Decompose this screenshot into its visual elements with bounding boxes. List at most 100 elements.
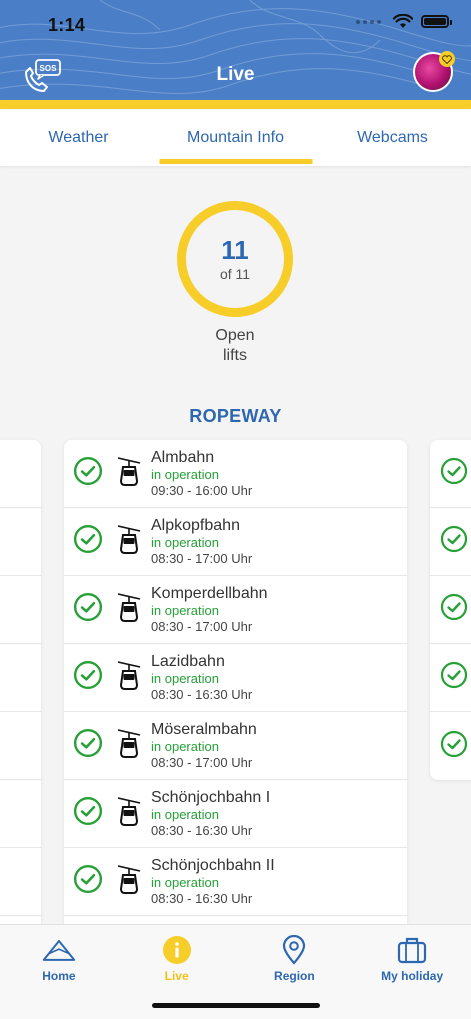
lift-status: in operation	[151, 534, 219, 550]
section-title: ROPEWAY	[189, 406, 282, 426]
check-circle-icon	[440, 661, 468, 694]
open-lifts-count: 11	[221, 234, 249, 265]
check-circle-icon	[73, 524, 103, 559]
lift-status: in operation	[151, 806, 219, 822]
list-item	[430, 508, 471, 576]
gondola-icon	[117, 591, 141, 628]
list-item	[0, 440, 41, 508]
total-lifts-text: of 11	[219, 265, 251, 282]
nav-my-holiday-label: My holiday	[381, 969, 444, 983]
gondola-icon	[117, 455, 141, 492]
suitcase-icon	[395, 935, 429, 965]
list-item	[0, 576, 41, 644]
check-circle-icon	[440, 730, 468, 763]
avatar[interactable]	[413, 51, 455, 92]
favorite-badge-icon	[439, 51, 455, 67]
lift-name: Lazidbahn	[151, 652, 225, 670]
gondola-icon	[117, 523, 141, 560]
page-title: Live	[216, 64, 255, 85]
lift-info: Schönjochbahn II in operation 08:30 - 16:3…	[151, 857, 275, 907]
lift-info: Almbahn in operation 09:30 - 16:00 Uhr	[151, 449, 252, 499]
lift-info: Schönjochbahn Iin operation 08:30 - 16:30…	[151, 789, 270, 839]
nav-home[interactable]: Home	[0, 925, 118, 1019]
header-accent-bar	[0, 100, 471, 109]
lift-status: in operation	[151, 738, 219, 754]
check-circle-icon	[440, 593, 468, 626]
check-circle-icon	[440, 525, 468, 558]
lift-info: Möseralmbahn in operation 08:30 - 17:00 Uh…	[151, 721, 257, 771]
lift-info: Komperdellbahn in operation 08:30 - 17:00 …	[151, 585, 268, 635]
info-icon	[160, 935, 194, 965]
tab-mountain-info[interactable]: Mountain Info	[157, 109, 314, 166]
lift-status: in operation	[151, 670, 219, 686]
open-lifts-label-line2: lifts	[223, 347, 247, 364]
lift-row[interactable]: Schönjochbahn II in operation 08:30 - 16:3…	[64, 848, 407, 916]
lift-hours: 08:30 - 17:00 Uhr	[151, 618, 253, 634]
open-lifts-label-line1: Open	[215, 327, 255, 344]
lift-row[interactable]: Alpkopfbahn in operation 08:30 - 17:00 Uhr	[64, 508, 407, 576]
check-circle-icon	[440, 457, 468, 490]
battery-icon	[421, 15, 452, 28]
previous-category-card[interactable]	[0, 440, 41, 940]
list-item	[430, 644, 471, 712]
gondola-icon	[117, 795, 141, 832]
lift-hours: 08:30 - 16:30 Uhr	[151, 686, 253, 702]
nav-region-label: Region	[274, 969, 315, 983]
tab-weather[interactable]: Weather	[0, 109, 157, 166]
status-time: 1:14	[48, 15, 86, 35]
cellular-signal-icon	[356, 19, 381, 24]
status-icons	[356, 14, 452, 29]
lift-hours: 08:30 - 16:30 Uhr	[151, 822, 253, 838]
location-pin-icon	[277, 935, 311, 965]
list-item	[0, 780, 41, 848]
gondola-icon	[117, 727, 141, 764]
lift-name: Alpkopfbahn	[151, 516, 240, 534]
list-item	[0, 508, 41, 576]
lift-row[interactable]: Komperdellbahn in operation 08:30 - 17:00 …	[64, 576, 407, 644]
lift-status: in operation	[151, 874, 219, 890]
list-item	[430, 712, 471, 780]
home-indicator	[152, 1003, 320, 1008]
tab-webcams[interactable]: Webcams	[314, 109, 471, 166]
wifi-icon	[393, 14, 413, 28]
tab-bar: Weather Mountain Info Webcams	[0, 109, 471, 166]
check-circle-icon	[73, 864, 103, 899]
ropeway-lift-list: Almbahn in operation 09:30 - 16:00 Uhr Alpk…	[64, 440, 407, 940]
lift-name: Schönjochbahn II	[151, 856, 275, 874]
next-category-card[interactable]	[430, 440, 471, 780]
lift-status: in operation	[151, 602, 219, 618]
check-circle-icon	[73, 592, 103, 627]
check-circle-icon	[73, 728, 103, 763]
check-circle-icon	[73, 796, 103, 831]
list-item	[0, 644, 41, 712]
lift-name: Komperdellbahn	[151, 584, 268, 602]
lift-row[interactable]: Möseralmbahn in operation 08:30 - 17:00 Uh…	[64, 712, 407, 780]
open-lifts-ring: 11 of 11	[177, 201, 293, 317]
list-item	[0, 712, 41, 780]
lift-hours: 08:30 - 16:30 Uhr	[151, 890, 253, 906]
lift-hours: 08:30 - 17:00 Uhr	[151, 754, 253, 770]
lift-row[interactable]: Almbahn in operation 09:30 - 16:00 Uhr	[64, 440, 407, 508]
mountain-icon	[42, 935, 76, 965]
open-lifts-label: Open lifts	[185, 326, 285, 366]
list-item	[430, 440, 471, 508]
lift-row[interactable]: Lazidbahn in operation 08:30 - 16:30 Uhr	[64, 644, 407, 712]
nav-live-label: Live	[164, 969, 189, 983]
lift-status: in operation	[151, 466, 219, 482]
lift-hours: 09:30 - 16:00 Uhr	[151, 482, 253, 498]
lift-name: Almbahn	[151, 448, 215, 466]
check-circle-icon	[73, 660, 103, 695]
lift-hours: 08:30 - 17:00 Uhr	[151, 550, 253, 566]
check-circle-icon	[73, 456, 103, 491]
gondola-icon	[117, 863, 141, 900]
lift-info: Lazidbahn in operation 08:30 - 16:30 Uhr	[151, 653, 252, 703]
nav-my-holiday[interactable]: My holiday	[353, 925, 471, 1019]
lift-name: Möseralmbahn	[151, 720, 257, 738]
gondola-icon	[117, 659, 141, 696]
nav-home-label: Home	[42, 969, 76, 983]
lift-row[interactable]: Schönjochbahn Iin operation 08:30 - 16:30…	[64, 780, 407, 848]
list-item	[0, 848, 41, 916]
list-item	[430, 576, 471, 644]
lift-info: Alpkopfbahn in operation 08:30 - 17:00 Uhr	[151, 517, 252, 567]
lift-name: Schönjochbahn I	[151, 788, 271, 806]
